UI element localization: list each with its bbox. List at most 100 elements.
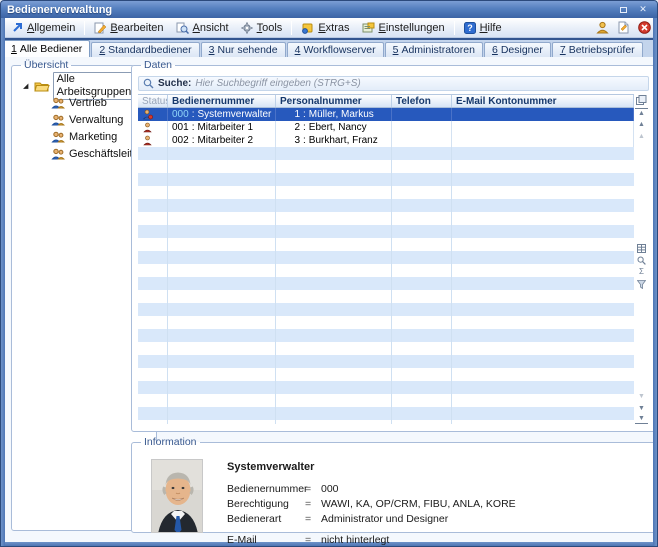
info-field-berechtigung: Berechtigung = WAWI, KA, OP/CRM, FIBU, A… <box>227 498 516 510</box>
search-bar[interactable]: Suche: <box>138 76 649 91</box>
daten-legend: Daten <box>141 59 175 71</box>
user-admin-status-icon <box>142 109 153 120</box>
column-header-telefon[interactable]: Telefon <box>392 95 452 107</box>
table-row[interactable]: 002:Mitarbeiter 2 3:Burkhart, Franz <box>138 134 634 147</box>
grid-search-icon[interactable] <box>635 254 648 266</box>
info-field-bedienerart: Bedienerart = Administrator und Designer <box>227 513 516 525</box>
tab-workflowserver[interactable]: 4Workflowserver <box>287 42 384 57</box>
grid-column-separator <box>391 147 392 424</box>
go-last-row-button[interactable]: ▼ <box>635 414 648 424</box>
tab-nur-sehende[interactable]: 3Nur sehende <box>201 42 286 57</box>
grid-header-row: Status Bedienernummer Personalnummer Tel… <box>138 95 634 108</box>
grid-empty-rows <box>138 147 634 424</box>
table-row[interactable]: 001:Mitarbeiter 1 2:Ebert, Nancy <box>138 121 634 134</box>
information-legend: Information <box>141 436 200 448</box>
app-window: Bedienerverwaltung ✕ Allgemein Bearbeite… <box>0 0 658 547</box>
close-red-icon[interactable] <box>635 20 653 36</box>
window-title: Bedienerverwaltung <box>7 4 611 16</box>
grid-side-rail: ▲ ▲ ▲ Σ <box>634 94 649 424</box>
group-icon <box>51 148 65 160</box>
menu-tools[interactable]: Tools <box>235 20 289 36</box>
email-cell <box>452 121 634 134</box>
restore-button[interactable] <box>615 3 631 16</box>
telefon-cell <box>392 121 452 134</box>
bedienernummer-cell: 000:Systemverwalter <box>168 108 276 121</box>
svg-text:?: ? <box>467 23 473 33</box>
tab-designer[interactable]: 6Designer <box>484 42 551 57</box>
group-icon <box>51 97 65 109</box>
column-header-email[interactable]: E-Mail Kontonummer <box>452 95 634 107</box>
menu-allgemein[interactable]: Allgemein <box>5 20 81 36</box>
telefon-cell <box>392 134 452 147</box>
status-cell <box>138 121 168 134</box>
info-title: Systemverwalter <box>227 461 516 473</box>
status-cell <box>138 134 168 147</box>
page-down-button[interactable]: ▼ <box>635 390 648 402</box>
personalnummer-cell: 3:Burkhart, Franz <box>276 134 392 147</box>
tree-item-label: Marketing <box>69 131 117 143</box>
tab-administratoren[interactable]: 5Administratoren <box>385 42 483 57</box>
tree-item-label: Vertrieb <box>69 97 107 109</box>
filter-icon[interactable] <box>635 278 648 290</box>
status-cell <box>138 108 168 121</box>
arrow-up-right-icon <box>11 22 23 34</box>
grid-view-icon[interactable] <box>635 242 648 254</box>
edit-icon <box>94 22 106 34</box>
tab-standardbediener[interactable]: 2Standardbediener <box>91 42 199 57</box>
menu-hilfe[interactable]: ? Hilfe <box>458 20 508 36</box>
uebersicht-legend: Übersicht <box>21 59 71 71</box>
personalnummer-cell: 1:Müller, Markus <box>276 108 392 121</box>
settings-icon <box>362 22 375 34</box>
bedienernummer-cell: 001:Mitarbeiter 1 <box>168 121 276 134</box>
user-icon[interactable] <box>593 20 611 36</box>
search-label: Suche: <box>158 78 191 89</box>
tab-alle-bediener[interactable]: 1Alle Bediener <box>3 40 90 57</box>
tabstrip: 1Alle Bediener 2Standardbediener 3Nur se… <box>1 40 657 57</box>
window-left-border <box>1 18 5 546</box>
document-icon[interactable] <box>614 20 632 36</box>
grid-column-separator <box>167 147 168 424</box>
close-button[interactable]: ✕ <box>635 3 651 16</box>
column-header-personalnummer[interactable]: Personalnummer <box>276 95 392 107</box>
view-magnifier-icon <box>176 22 189 34</box>
titlebar: Bedienerverwaltung ✕ <box>1 1 657 18</box>
menu-ansicht[interactable]: Ansicht <box>170 20 235 36</box>
row-up-button[interactable]: ▲ <box>635 118 648 130</box>
information-panel: Information <box>131 436 656 533</box>
search-input[interactable] <box>195 78 644 89</box>
user-status-icon <box>142 122 153 133</box>
column-header-status[interactable]: Status <box>138 95 168 107</box>
group-icon <box>51 114 65 126</box>
tree-expand-caret-icon[interactable]: ◢ <box>23 82 31 90</box>
column-chooser-icon[interactable] <box>635 94 648 106</box>
email-cell <box>452 134 634 147</box>
menu-separator <box>84 21 85 35</box>
content-area: Übersicht ◢ Alle Arbeitsgruppen Vertrieb <box>1 57 657 542</box>
menu-extras[interactable]: Extras <box>295 20 355 36</box>
menu-separator <box>454 21 455 35</box>
personalnummer-cell: 2:Ebert, Nancy <box>276 121 392 134</box>
menu-einstellungen[interactable]: Einstellungen <box>356 20 451 36</box>
bediener-grid: Status Bedienernummer Personalnummer Tel… <box>138 94 649 424</box>
user-status-icon <box>142 135 153 146</box>
folder-open-icon <box>34 80 50 92</box>
row-down-button[interactable]: ▼ <box>635 402 648 414</box>
extras-box-icon <box>301 22 314 34</box>
go-first-row-button[interactable]: ▲ <box>635 108 648 118</box>
group-icon <box>51 131 65 143</box>
menu-separator <box>291 21 292 35</box>
page-up-button[interactable]: ▲ <box>635 130 648 142</box>
info-field-bedienernummer: Bedienernummer = 000 <box>227 483 516 495</box>
bediener-photo <box>151 459 203 533</box>
column-header-bedienernummer[interactable]: Bedienernummer <box>168 95 276 107</box>
window-right-border <box>653 18 657 546</box>
menu-bearbeiten[interactable]: Bearbeiten <box>88 20 169 36</box>
tab-betriebspruefer[interactable]: 7Betriebsprüfer <box>552 42 643 57</box>
table-row[interactable]: 000:Systemverwalter 1:Müller, Markus <box>138 108 634 121</box>
search-icon <box>143 78 154 89</box>
help-icon: ? <box>464 22 476 34</box>
menubar: Allgemein Bearbeiten Ansicht Tools <box>1 18 657 38</box>
aggregate-sum-icon[interactable]: Σ <box>635 266 648 278</box>
grid-column-separator <box>451 147 452 424</box>
telefon-cell <box>392 108 452 121</box>
